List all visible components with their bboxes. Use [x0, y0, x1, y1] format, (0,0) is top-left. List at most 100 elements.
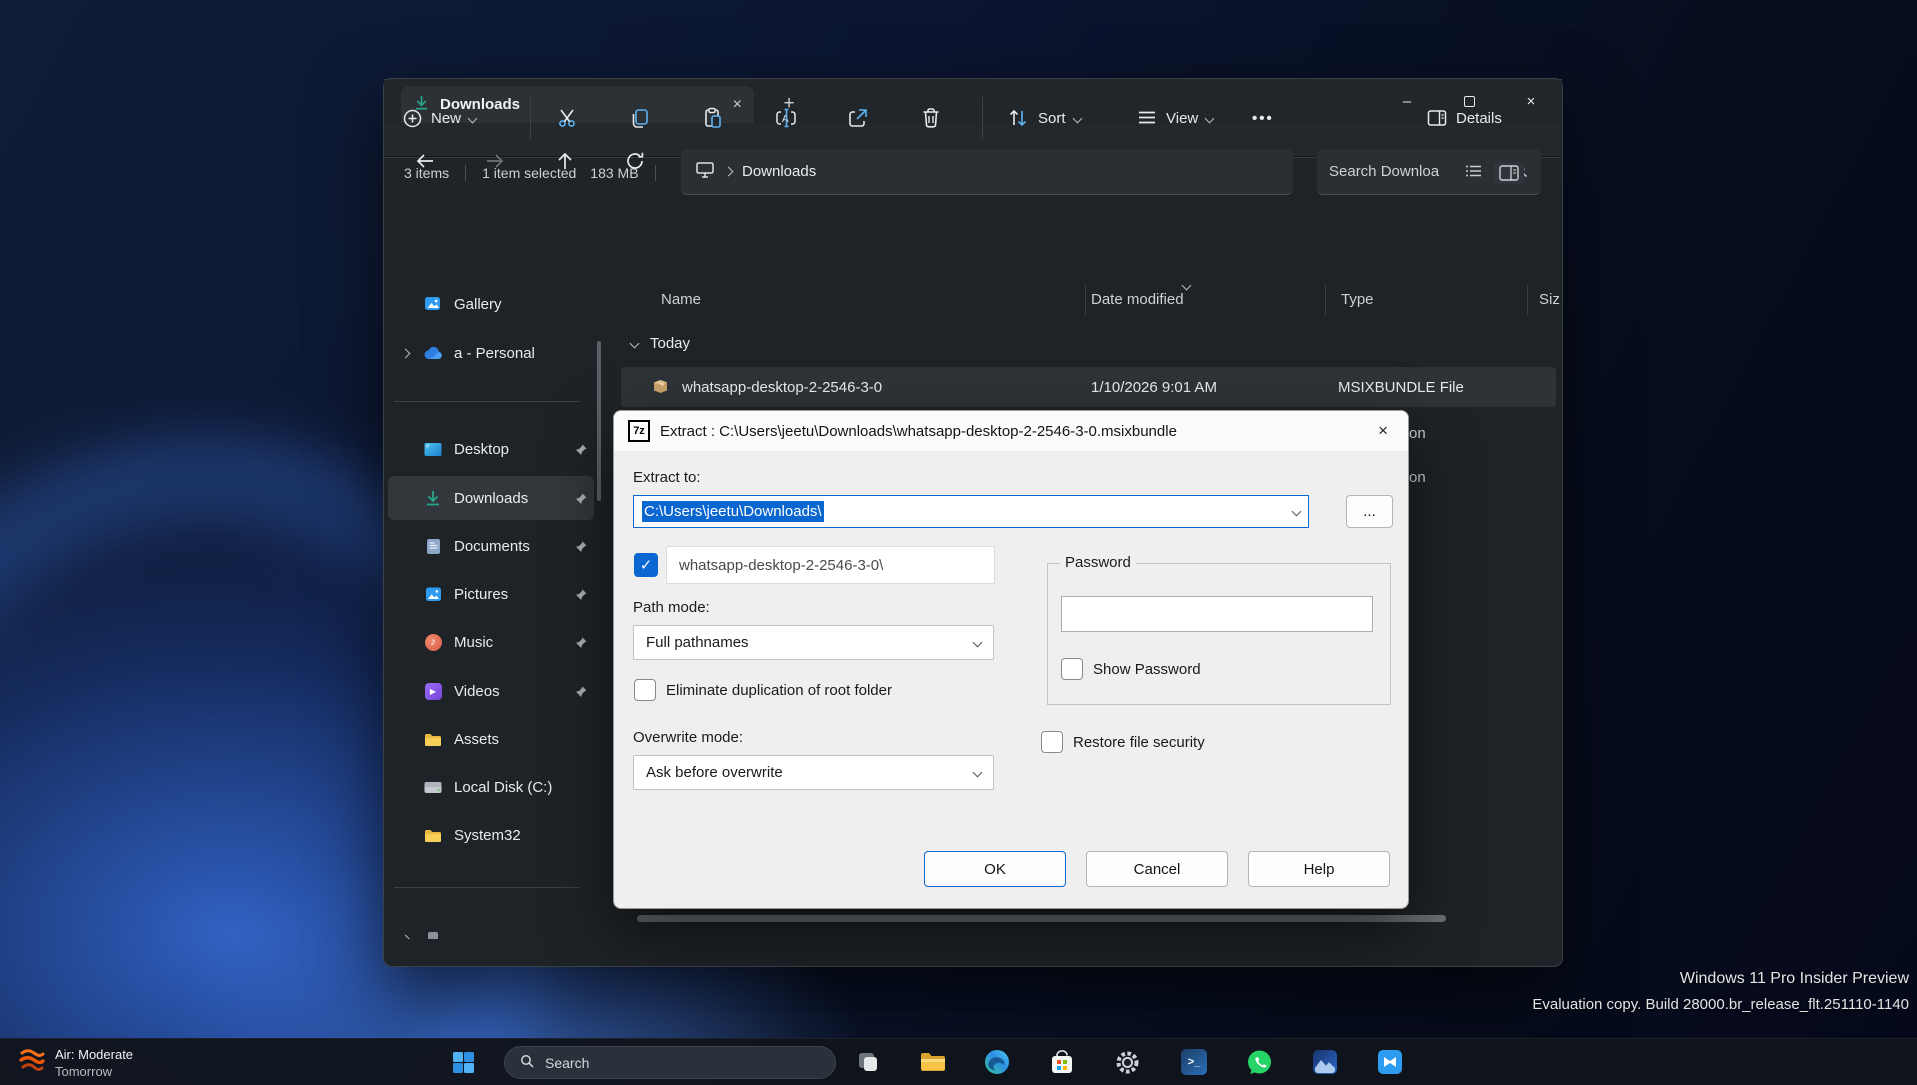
weather-widget[interactable]: Air: Moderate Tomorrow [18, 1045, 133, 1080]
package-file-icon [651, 376, 670, 399]
rename-button[interactable]: A [774, 106, 800, 130]
download-icon [422, 489, 444, 507]
details-pane-toggle[interactable]: Details [1426, 107, 1502, 129]
back-button[interactable] [409, 145, 441, 177]
paste-icon [701, 106, 725, 130]
eliminate-duplication-checkbox[interactable] [634, 679, 656, 701]
sort-direction-icon [1182, 281, 1192, 291]
details-view-toggle[interactable] [1464, 162, 1484, 183]
overwrite-mode-label: Overwrite mode: [633, 729, 743, 746]
occluded-row-type-fragment: on [1409, 469, 1426, 486]
view-lines-icon [1136, 107, 1158, 129]
powershell-icon[interactable]: >_ [1180, 1048, 1208, 1076]
close-button[interactable]: × [1500, 79, 1562, 123]
large-view-toggle[interactable] [1494, 162, 1524, 184]
paste-button[interactable] [701, 106, 725, 130]
whatsapp-icon[interactable] [1245, 1048, 1273, 1076]
file-explorer-icon[interactable] [919, 1048, 947, 1076]
copy-button[interactable] [628, 106, 652, 130]
address-bar[interactable]: Downloads [681, 149, 1293, 195]
gallery-icon [422, 295, 444, 313]
show-password-label: Show Password [1093, 661, 1201, 678]
browse-button[interactable]: ... [1346, 495, 1393, 528]
sidebar-item-desktop[interactable]: Desktop [388, 427, 594, 471]
taskbar: Air: Moderate Tomorrow Search >_ [0, 1038, 1917, 1085]
dialog-close-icon[interactable]: × [1372, 421, 1394, 441]
folder-icon [422, 732, 444, 747]
sidebar-item-music[interactable]: ♪ Music [388, 620, 594, 664]
sidebar-item-clipped[interactable] [388, 917, 594, 939]
sidebar-item-onedrive-personal[interactable]: a - Personal [388, 331, 594, 375]
sidebar-item-system32[interactable]: System32 [388, 813, 594, 857]
sidebar-item-assets[interactable]: Assets [388, 717, 594, 761]
sidebar-item-videos[interactable]: ▶ Videos [388, 669, 594, 713]
path-mode-label: Path mode: [633, 599, 710, 616]
microsoft-store-icon[interactable] [1048, 1048, 1076, 1076]
forward-button[interactable] [479, 145, 511, 177]
sidebar-item-downloads[interactable]: Downloads [388, 476, 594, 520]
subfolder-name-field[interactable]: whatsapp-desktop-2-2546-3-0\ [666, 546, 995, 584]
task-view-icon[interactable] [854, 1048, 882, 1076]
ok-button[interactable]: OK [924, 851, 1066, 887]
occluded-row-type-fragment: on [1409, 425, 1426, 442]
sidebar-item-local-disk-c[interactable]: Local Disk (C:) [388, 765, 594, 809]
pin-icon [568, 443, 594, 456]
videos-icon: ▶ [422, 683, 444, 700]
show-password-checkbox[interactable] [1061, 658, 1083, 680]
blue-app-icon[interactable] [1376, 1048, 1404, 1076]
share-icon [846, 106, 870, 130]
refresh-button[interactable] [619, 145, 651, 177]
pictures-icon [422, 586, 444, 603]
restore-file-security-checkbox[interactable] [1041, 731, 1063, 753]
file-row-selected[interactable]: whatsapp-desktop-2-2546-3-0 1/10/2026 9:… [621, 367, 1556, 407]
sort-button[interactable]: Sort [1006, 106, 1081, 130]
cut-button[interactable] [556, 106, 580, 130]
music-icon: ♪ [422, 634, 444, 651]
pin-icon [568, 492, 594, 505]
combobox-chevron-icon[interactable] [1292, 507, 1302, 517]
settings-gear-icon[interactable] [1113, 1048, 1141, 1076]
watermark-line1: Windows 11 Pro Insider Preview [1532, 966, 1909, 992]
taskbar-search[interactable]: Search [504, 1046, 836, 1079]
overwrite-mode-dropdown[interactable]: Ask before overwrite [633, 755, 994, 790]
hard-disk-icon [422, 781, 444, 794]
extract-path-combobox[interactable]: C:\Users\jeetu\Downloads\ [633, 495, 1309, 528]
maximize-icon [1464, 96, 1475, 107]
view-button[interactable]: View [1136, 107, 1213, 129]
password-groupbox: Password [1047, 563, 1391, 705]
horizontal-scrollbar[interactable] [637, 915, 1446, 922]
7zip-icon: 7z [628, 420, 650, 442]
sidebar-item-gallery[interactable]: Gallery [388, 282, 594, 326]
path-mode-dropdown[interactable]: Full pathnames [633, 625, 994, 660]
collapse-chevron-icon [630, 339, 640, 349]
share-button[interactable] [846, 106, 870, 130]
help-button[interactable]: Help [1248, 851, 1390, 887]
sidebar-item-pictures[interactable]: Pictures [388, 572, 594, 616]
use-subfolder-checkbox[interactable]: ✓ [634, 553, 658, 577]
password-input[interactable] [1061, 596, 1373, 632]
column-header-type[interactable]: Type [1341, 291, 1374, 308]
restore-file-security-label: Restore file security [1073, 734, 1205, 751]
eliminate-duplication-label: Eliminate duplication of root folder [666, 682, 892, 699]
file-name: whatsapp-desktop-2-2546-3-0 [682, 379, 882, 396]
group-header-today[interactable]: Today [631, 335, 690, 352]
weather-primary: Air: Moderate [55, 1046, 133, 1063]
new-button[interactable]: New [402, 108, 476, 129]
edge-browser-icon[interactable] [983, 1048, 1011, 1076]
delete-button[interactable] [919, 106, 943, 130]
cancel-button[interactable]: Cancel [1086, 851, 1228, 887]
column-header-date-modified[interactable]: Date modified [1091, 291, 1184, 308]
start-button[interactable] [449, 1048, 477, 1076]
tab-close-icon[interactable]: × [733, 97, 742, 113]
up-button[interactable] [549, 145, 581, 177]
more-options-button[interactable]: ••• [1252, 110, 1274, 127]
expand-chevron-icon[interactable] [400, 348, 410, 358]
photos-icon[interactable] [1311, 1048, 1339, 1076]
scissors-icon [556, 106, 580, 130]
breadcrumb-chevron-icon [724, 167, 734, 177]
expand-chevron-icon [400, 934, 410, 939]
sidebar-item-documents[interactable]: Documents [388, 524, 594, 568]
column-header-name[interactable]: Name [661, 291, 701, 308]
details-pane-icon [1426, 107, 1448, 129]
column-header-size[interactable]: Siz [1539, 291, 1560, 308]
